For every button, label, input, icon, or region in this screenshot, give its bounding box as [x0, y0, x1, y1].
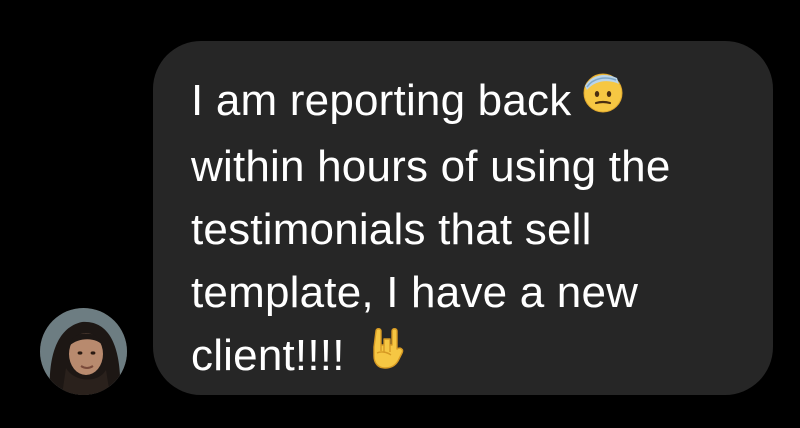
message-line: template, I have a new [191, 267, 639, 317]
message-line: I am reporting back [191, 69, 733, 135]
message-line: within hours of using the [191, 141, 671, 191]
message-line: client!!!! [191, 324, 733, 390]
dm-screen: I am reporting back within hours of usin… [0, 0, 800, 428]
message-text: client!!!! [191, 330, 345, 380]
message-line: testimonials that sell [191, 204, 592, 254]
message-bubble[interactable]: I am reporting back within hours of usin… [153, 41, 773, 395]
message-text: I am reporting back [191, 76, 572, 125]
sign-of-the-horns-emoji-icon [367, 323, 407, 386]
saluting-face-emoji-icon [581, 68, 625, 131]
avatar-photo [40, 308, 127, 395]
sender-avatar[interactable] [40, 308, 127, 395]
